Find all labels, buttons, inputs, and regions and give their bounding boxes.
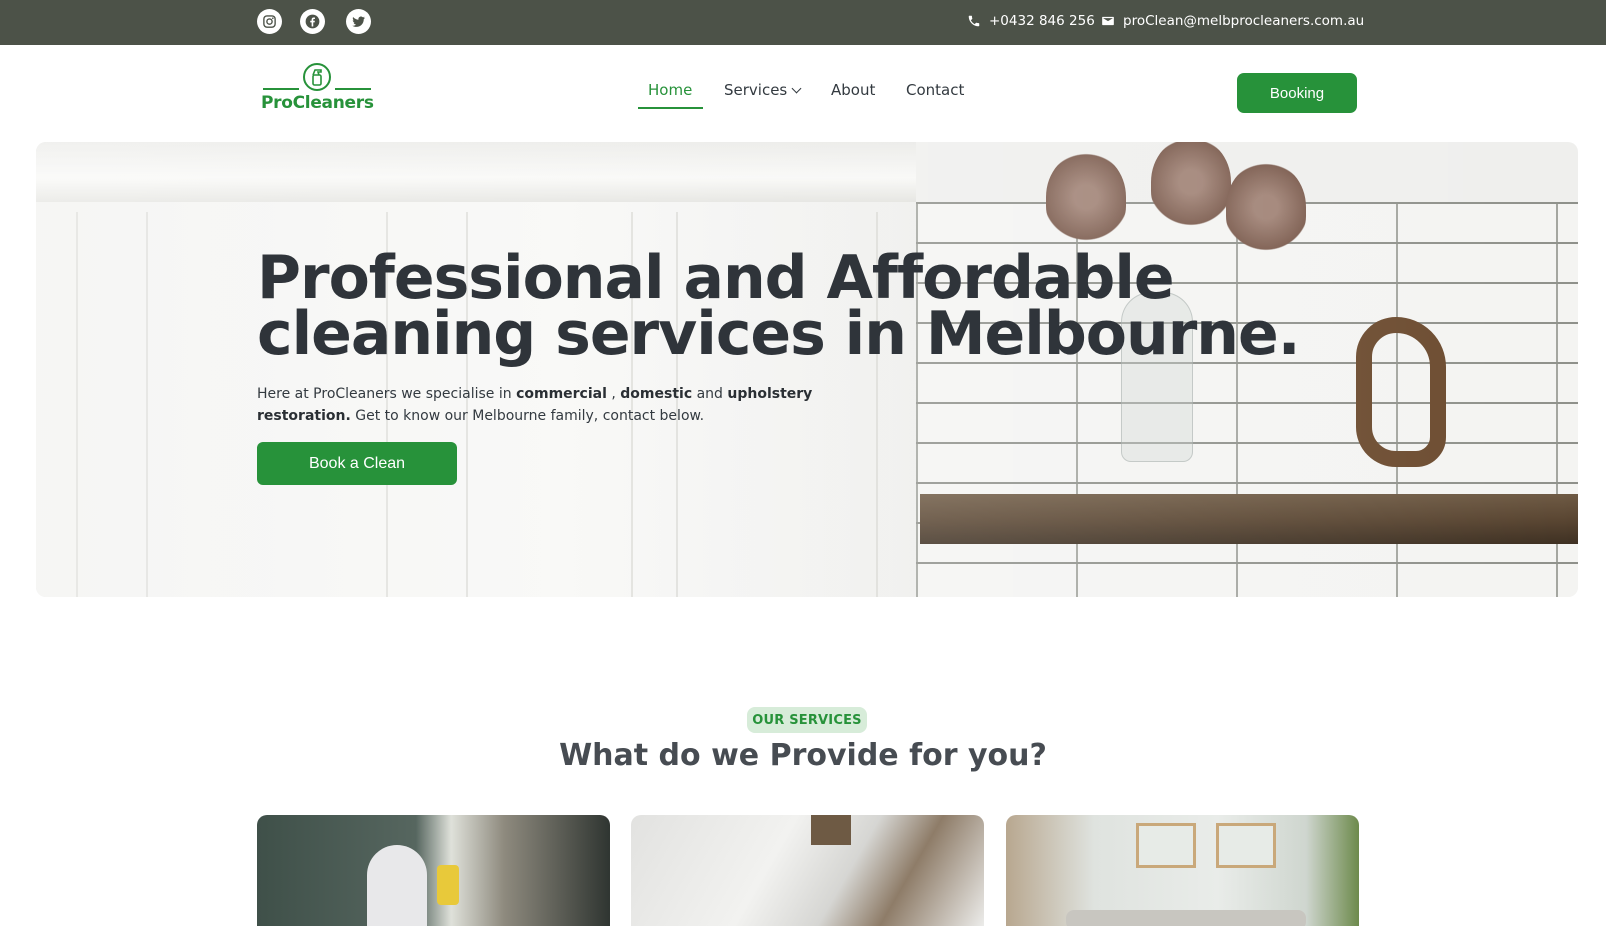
nav-contact[interactable]: Contact bbox=[906, 81, 964, 99]
cleaner-figure bbox=[367, 845, 427, 926]
service-card-commercial[interactable] bbox=[257, 815, 610, 926]
logo-text: ProCleaners bbox=[261, 93, 374, 113]
hero-title-line2: cleaning services in Melbourne. bbox=[257, 299, 1300, 369]
email-address: proClean@melbprocleaners.com.au bbox=[1123, 13, 1365, 29]
nav-services[interactable]: Services bbox=[724, 81, 802, 99]
hero-description: Here at ProCleaners we specialise in com… bbox=[257, 383, 817, 427]
nav-active-underline bbox=[638, 107, 703, 109]
mail-icon bbox=[1102, 16, 1114, 26]
phone-number: +0432 846 256 bbox=[989, 13, 1095, 29]
yellow-glove bbox=[437, 865, 459, 905]
book-a-clean-button[interactable]: Book a Clean bbox=[257, 442, 457, 485]
sofa bbox=[1066, 910, 1306, 926]
service-card-upholstery[interactable] bbox=[1006, 815, 1359, 926]
top-bar: +0432 846 256 proClean@melbprocleaners.c… bbox=[0, 0, 1606, 45]
logo[interactable]: ProCleaners bbox=[261, 63, 374, 115]
hero-title: Professional and Affordable cleaning ser… bbox=[257, 248, 1357, 364]
hero-banner bbox=[36, 142, 1578, 597]
ceiling-wood bbox=[811, 815, 851, 845]
instagram-icon[interactable] bbox=[257, 9, 282, 34]
hero-overlay bbox=[36, 142, 1578, 597]
service-card-domestic[interactable] bbox=[631, 815, 984, 926]
booking-button[interactable]: Booking bbox=[1237, 73, 1357, 113]
nav-about[interactable]: About bbox=[831, 81, 875, 99]
hero-text-prefix: Here at ProCleaners we specialise in bbox=[257, 386, 517, 402]
services-title: What do we Provide for you? bbox=[559, 738, 1047, 773]
hero-text-suffix: Get to know our Melbourne family, contac… bbox=[350, 408, 705, 424]
wall-frame bbox=[1216, 823, 1276, 868]
nav-services-label: Services bbox=[724, 81, 788, 99]
facebook-icon[interactable] bbox=[300, 9, 325, 34]
hero-bold-commercial: commercial bbox=[516, 386, 607, 402]
hero-bold-domestic: domestic bbox=[620, 386, 693, 402]
nav-home[interactable]: Home bbox=[648, 81, 692, 99]
wall-frame bbox=[1136, 823, 1196, 868]
spray-bottle-icon bbox=[263, 63, 371, 91]
hero-sep2: and bbox=[692, 386, 728, 402]
services-badge: OUR SERVICES bbox=[747, 707, 867, 733]
phone-icon bbox=[968, 15, 980, 27]
twitter-icon[interactable] bbox=[346, 9, 371, 34]
hero-sep1: , bbox=[606, 386, 621, 402]
email-contact[interactable]: proClean@melbprocleaners.com.au bbox=[1101, 13, 1364, 29]
chevron-down-icon bbox=[791, 83, 802, 94]
phone-contact[interactable]: +0432 846 256 bbox=[967, 13, 1095, 29]
